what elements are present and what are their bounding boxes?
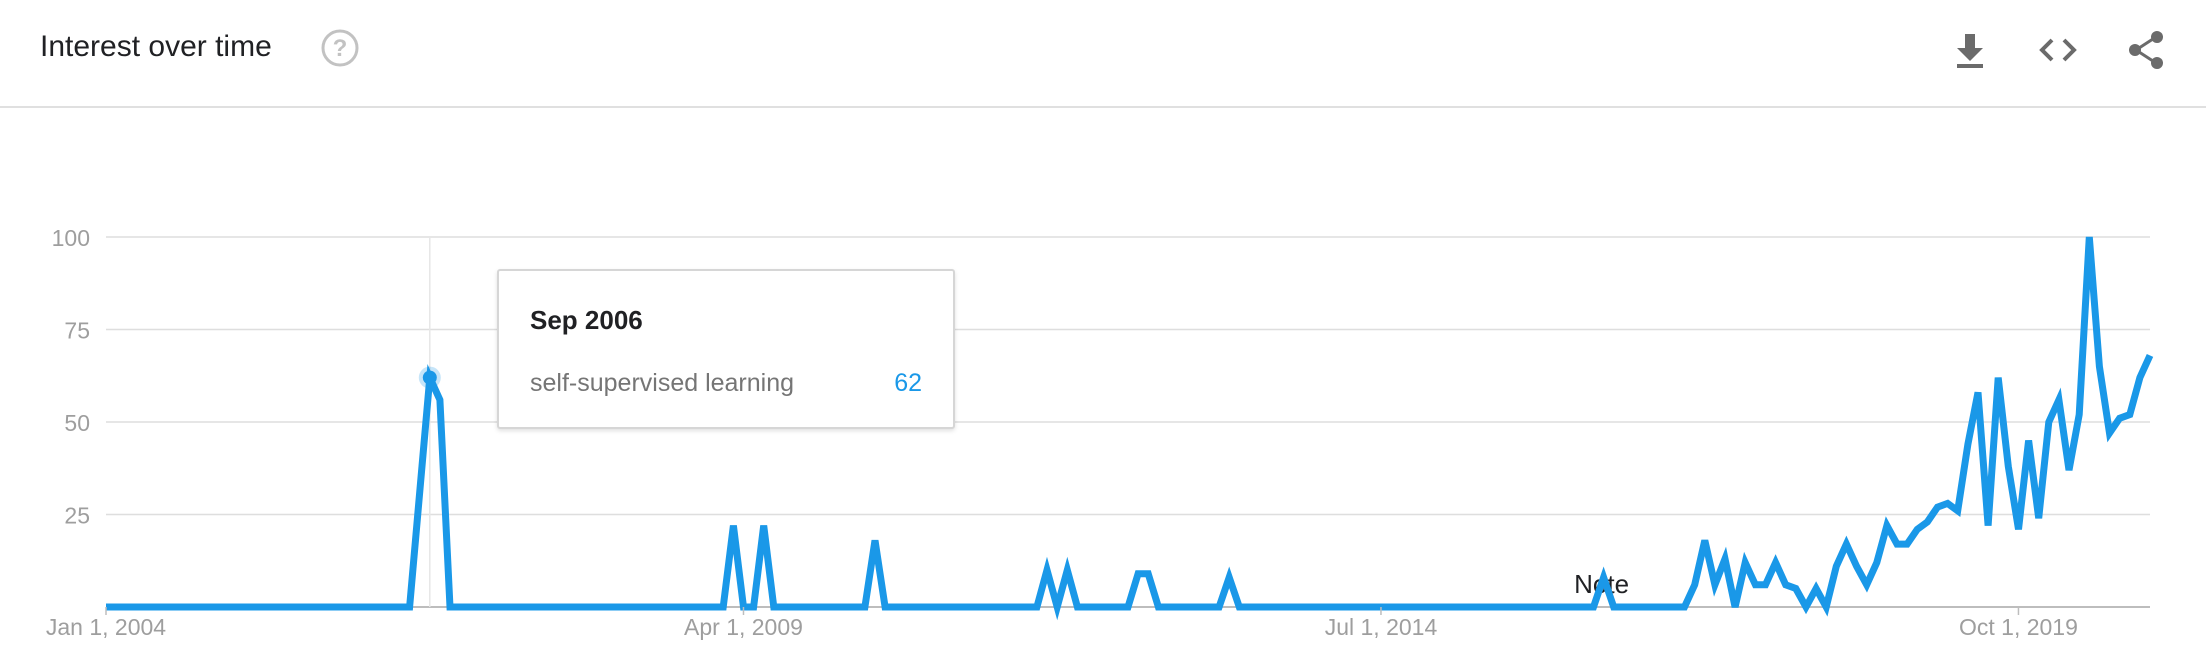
y-tick-label: 50 [64,410,90,436]
tooltip-date: Sep 2006 [530,305,643,335]
y-tick-label: 75 [64,318,90,344]
x-tick-label: Apr 1, 2009 [684,614,803,640]
y-tick-label: 25 [64,503,90,529]
tooltip-term: self-supervised learning [530,369,795,397]
x-tick-label: Jul 1, 2014 [1325,614,1438,640]
tooltip-value: 62 [894,369,922,397]
x-tick-label: Jan 1, 2004 [46,614,166,640]
highlight-point [422,370,437,385]
interest-over-time-chart: Note 255075100Jan 1, 2004 Apr 1, 2009 Jul … [46,225,2154,640]
y-tick-label: 100 [52,225,90,251]
data-tooltip: Sep 2006 self-supervised learning 62 [497,269,955,429]
x-tick-label: Oct 1, 2019 [1959,614,2078,640]
